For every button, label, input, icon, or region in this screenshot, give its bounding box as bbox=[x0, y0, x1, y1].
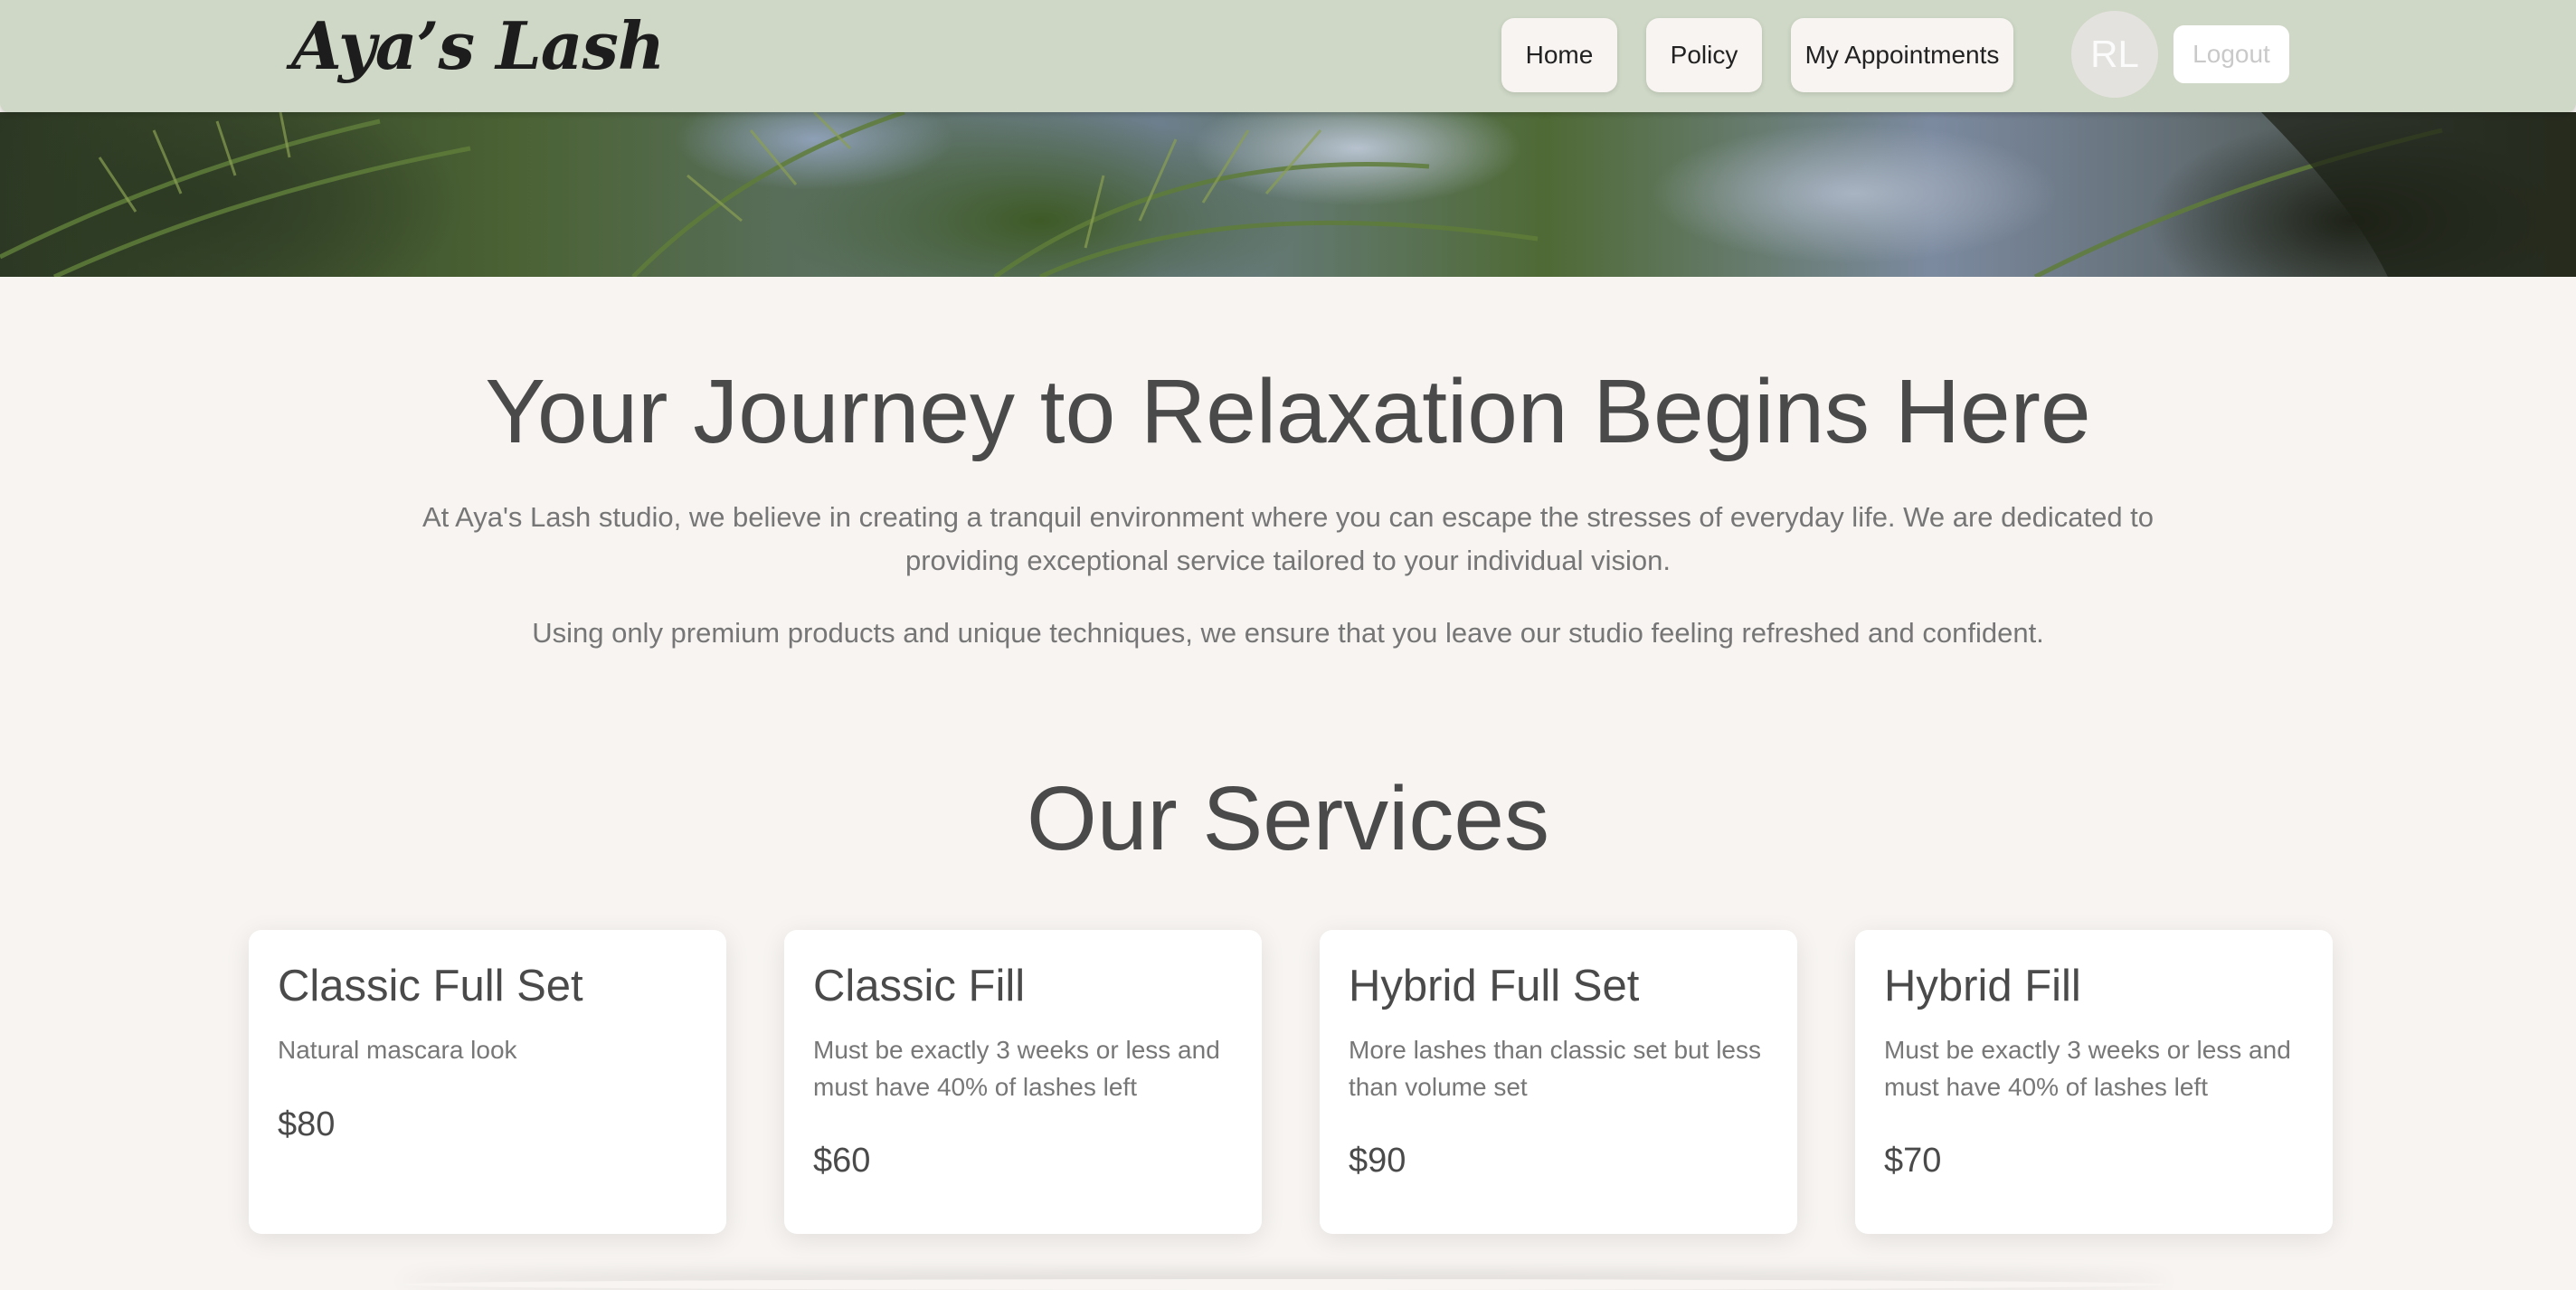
page-headline: Your Journey to Relaxation Begins Here bbox=[485, 361, 2091, 462]
service-price: $90 bbox=[1349, 1142, 1406, 1180]
nav-my-appointments-button[interactable]: My Appointments bbox=[1791, 18, 2013, 92]
service-card-classic-fill[interactable]: Classic Fill Must be exactly 3 weeks or … bbox=[784, 930, 1262, 1234]
top-navbar: Aya’s Lash Home Policy My Appointments R… bbox=[0, 0, 2576, 112]
palm-leaves-illustration bbox=[0, 112, 2576, 277]
service-price: $60 bbox=[813, 1142, 871, 1180]
logout-button[interactable]: Logout bbox=[2174, 25, 2289, 83]
nav-home-button[interactable]: Home bbox=[1501, 18, 1617, 92]
intro-paragraph-secondary: Using only premium products and unique t… bbox=[532, 617, 2044, 649]
service-title: Classic Full Set bbox=[278, 962, 583, 1010]
section-divider-shadow bbox=[398, 1279, 2171, 1290]
service-price: $80 bbox=[278, 1105, 336, 1143]
service-price: $70 bbox=[1884, 1142, 1942, 1180]
service-title: Hybrid Full Set bbox=[1349, 962, 1640, 1010]
hero-banner-image bbox=[0, 112, 2576, 277]
service-card-classic-full-set[interactable]: Classic Full Set Natural mascara look $8… bbox=[249, 930, 726, 1234]
service-description: Must be exactly 3 weeks or less and must… bbox=[1884, 1036, 2291, 1101]
intro-paragraph: At Aya's Lash studio, we believe in crea… bbox=[421, 501, 2155, 576]
service-description: More lashes than classic set but less th… bbox=[1349, 1036, 1761, 1101]
service-card-hybrid-full-set[interactable]: Hybrid Full Set More lashes than classic… bbox=[1320, 930, 1797, 1234]
nav-policy-button[interactable]: Policy bbox=[1646, 18, 1762, 92]
service-card-hybrid-fill[interactable]: Hybrid Fill Must be exactly 3 weeks or l… bbox=[1855, 930, 2333, 1234]
brand-logo[interactable]: Aya’s Lash bbox=[291, 7, 665, 84]
service-description: Natural mascara look bbox=[278, 1036, 517, 1064]
service-title: Classic Fill bbox=[813, 962, 1026, 1010]
service-description: Must be exactly 3 weeks or less and must… bbox=[813, 1036, 1220, 1101]
service-title: Hybrid Fill bbox=[1884, 962, 2081, 1010]
services-heading: Our Services bbox=[1027, 768, 1549, 869]
user-avatar[interactable]: RL bbox=[2071, 11, 2158, 98]
